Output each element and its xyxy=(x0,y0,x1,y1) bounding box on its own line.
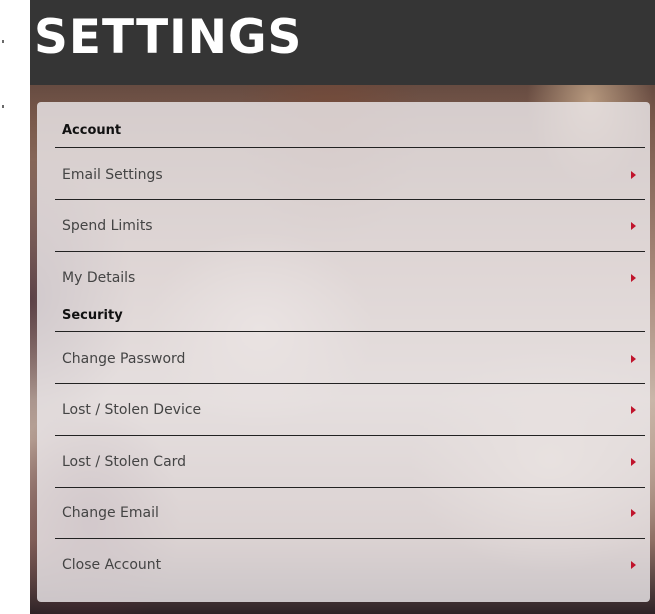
edge-mark xyxy=(2,105,4,108)
menu-item-change-password[interactable]: Change Password xyxy=(55,346,645,372)
menu-item-label: Lost / Stolen Device xyxy=(62,402,202,418)
settings-card: Account Email Settings Spend Limits My D… xyxy=(37,102,650,602)
chevron-right-icon xyxy=(631,561,636,569)
menu-item-label: My Details xyxy=(62,270,136,286)
menu-item-lost-stolen-device[interactable]: Lost / Stolen Device xyxy=(55,397,645,423)
divider xyxy=(55,487,645,488)
menu-item-spend-limits[interactable]: Spend Limits xyxy=(55,213,645,239)
page-title: SETTINGS xyxy=(34,10,303,65)
section-header-account: Account xyxy=(62,123,122,138)
chevron-right-icon xyxy=(631,458,636,466)
menu-item-label: Spend Limits xyxy=(62,218,153,234)
menu-item-my-details[interactable]: My Details xyxy=(55,265,645,291)
menu-item-email-settings[interactable]: Email Settings xyxy=(55,162,645,188)
divider xyxy=(55,383,645,384)
divider xyxy=(55,147,645,148)
chevron-right-icon xyxy=(631,509,636,517)
divider xyxy=(55,435,645,436)
menu-item-lost-stolen-card[interactable]: Lost / Stolen Card xyxy=(55,449,645,475)
divider xyxy=(55,538,645,539)
menu-item-label: Close Account xyxy=(62,557,162,573)
section-header-security: Security xyxy=(62,308,123,323)
menu-item-change-email[interactable]: Change Email xyxy=(55,500,645,526)
edge-mark xyxy=(2,40,4,43)
menu-item-close-account[interactable]: Close Account xyxy=(55,552,645,578)
chevron-right-icon xyxy=(631,406,636,414)
settings-panel: SETTINGS Account Email Settings Spend Li… xyxy=(30,0,655,614)
menu-item-label: Email Settings xyxy=(62,167,163,183)
chevron-right-icon xyxy=(631,274,636,282)
divider xyxy=(55,251,645,252)
chevron-right-icon xyxy=(631,355,636,363)
chevron-right-icon xyxy=(631,222,636,230)
left-margin xyxy=(0,0,30,614)
menu-item-label: Change Email xyxy=(62,505,159,521)
chevron-right-icon xyxy=(631,171,636,179)
menu-item-label: Change Password xyxy=(62,351,186,367)
page-header: SETTINGS xyxy=(30,0,655,85)
menu-item-label: Lost / Stolen Card xyxy=(62,454,187,470)
divider xyxy=(55,331,645,332)
divider xyxy=(55,199,645,200)
